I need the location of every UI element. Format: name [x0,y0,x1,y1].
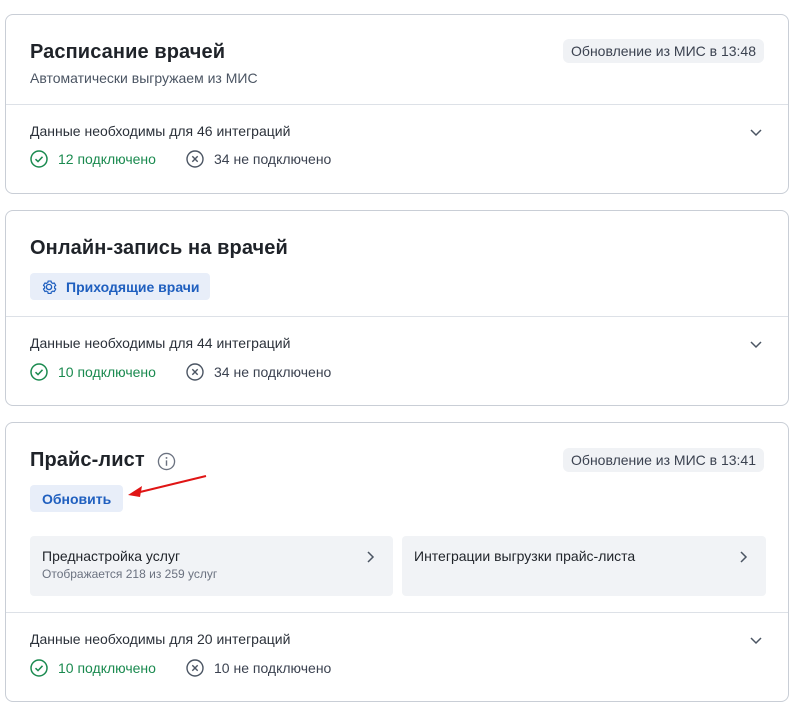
connected-label: 10 подключено [58,364,156,380]
connected-stat: 10 подключено [30,658,156,678]
tile-subtitle: Отображается 218 из 259 услуг [42,567,218,581]
not-connected-label: 34 не подключено [214,151,332,167]
schedule-card: Расписание врачей Обновление из МИС в 13… [5,14,789,194]
card-title: Прайс-лист [30,449,145,471]
online-booking-card: Онлайн-запись на врачей Приходящие врачи… [5,210,789,406]
visiting-doctors-button[interactable]: Приходящие врачи [30,273,210,300]
refresh-button[interactable]: Обновить [30,485,124,512]
check-circle-icon [30,659,48,677]
not-connected-stat: 34 не подключено [186,149,331,169]
not-connected-label: 10 не подключено [214,660,332,676]
tile-title: Интеграции выгрузки прайс-листа [414,548,636,564]
divider [6,104,788,105]
card-title: Онлайн-запись на врачей [30,237,288,259]
not-connected-stat: 34 не подключено [186,362,331,382]
divider [6,316,788,317]
info-icon[interactable] [157,452,176,471]
x-circle-icon [186,659,204,677]
connected-label: 12 подключено [58,151,156,167]
chevron-down-icon[interactable] [748,124,764,140]
connected-label: 10 подключено [58,660,156,676]
card-title: Расписание врачей [30,41,226,63]
annotation-arrow [128,475,207,497]
x-circle-icon [186,150,204,168]
price-export-integrations-tile[interactable]: Интеграции выгрузки прайс-листа [402,536,766,596]
divider [6,612,788,613]
check-circle-icon [30,150,48,168]
price-list-card: Прайс-лист Обновление из МИС в 13:41 Обн… [5,422,789,702]
check-circle-icon [30,363,48,381]
integrations-title: Данные необходимы для 46 интеграций [30,123,291,139]
update-badge: Обновление из МИС в 13:41 [563,448,764,472]
chevron-right-icon [740,551,748,563]
chevron-down-icon[interactable] [748,632,764,648]
connected-stat: 12 подключено [30,149,156,169]
visiting-doctors-label: Приходящие врачи [66,278,200,295]
connected-stat: 10 подключено [30,362,156,382]
integrations-title: Данные необходимы для 44 интеграций [30,335,291,351]
not-connected-stat: 10 не подключено [186,658,331,678]
services-setup-tile[interactable]: Преднастройка услуг Отображается 218 из … [30,536,393,596]
not-connected-label: 34 не подключено [214,364,332,380]
x-circle-icon [186,363,204,381]
integrations-title: Данные необходимы для 20 интеграций [30,631,291,647]
card-subtitle: Автоматически выгружаем из МИС [30,70,258,86]
chevron-down-icon[interactable] [748,336,764,352]
tile-title: Преднастройка услуг [42,548,181,564]
chevron-right-icon [367,551,375,563]
gear-icon [42,279,57,294]
update-badge: Обновление из МИС в 13:48 [563,39,764,63]
